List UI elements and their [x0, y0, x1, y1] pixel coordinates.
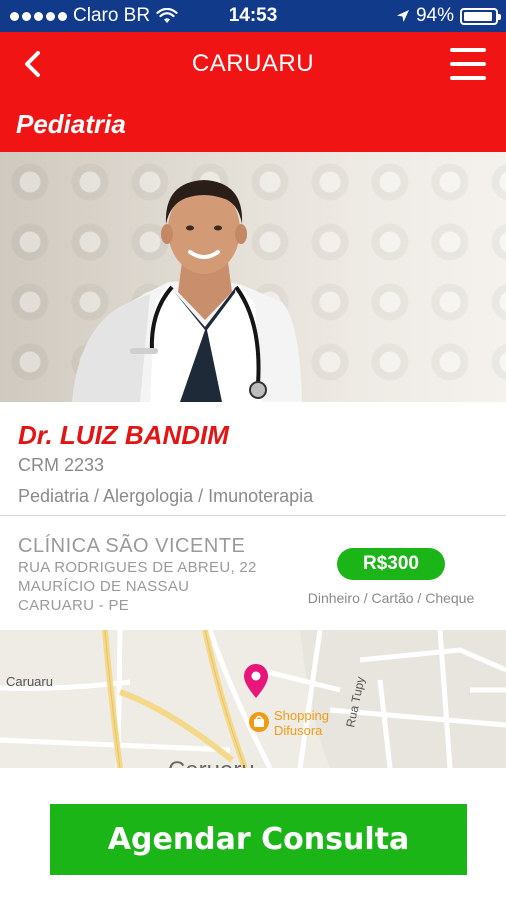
hamburger-menu-icon: [450, 48, 486, 52]
specialty-banner: Pediatria: [0, 96, 506, 152]
map-label-poi-line2: Difusora: [274, 723, 323, 738]
menu-button[interactable]: [450, 48, 486, 80]
page-title: CARUARU: [191, 50, 315, 77]
clinic-info: CLÍNICA SÃO VICENTE RUA RODRIGUES DE ABR…: [18, 535, 288, 615]
price-box: R$300 Dinheiro / Cartão / Cheque: [294, 548, 488, 606]
location-arrow-icon: [396, 10, 409, 22]
shopping-bag-icon[interactable]: [249, 712, 269, 732]
battery-percent: 94%: [415, 5, 454, 26]
payment-methods: Dinheiro / Cartão / Cheque: [307, 590, 475, 606]
clinic-address-line1: RUA RODRIGUES DE ABREU, 22: [18, 559, 257, 576]
bottom-bar: Agendar Consulta: [0, 768, 506, 900]
doctor-info: Dr. LUIZ BANDIM CRM 2233 Pediatria / Ale…: [18, 420, 488, 507]
specialty-title: Pediatria: [16, 108, 126, 139]
divider: [0, 515, 506, 516]
clinic-address-line2: MAURÍCIO DE NASSAU: [18, 578, 190, 595]
status-bar: Claro BR 14:53 94%: [0, 0, 506, 32]
signal-strength-icon: [10, 11, 67, 21]
battery-level: [464, 11, 493, 21]
price-badge: R$300: [337, 548, 445, 580]
map-label-poi-line1: Shopping: [274, 708, 329, 723]
wifi-icon: [156, 8, 178, 23]
location-map[interactable]: Caruaru Rua Tupy Shopping Difusora Carua…: [0, 630, 506, 768]
status-left: Claro BR: [10, 5, 178, 27]
map-label-city-bottom: Caruaru: [168, 757, 255, 768]
doctor-crm: CRM 2233: [18, 455, 105, 475]
doctor-photo: [0, 152, 506, 402]
chevron-left-icon: [25, 51, 40, 77]
schedule-appointment-button[interactable]: Agendar Consulta: [50, 804, 467, 875]
doctor-specialties: Pediatria / Alergologia / Imunoterapia: [18, 486, 314, 506]
map-label-city-left: Caruaru: [6, 674, 53, 689]
doctor-name: Dr. LUIZ BANDIM: [18, 420, 229, 450]
status-right: 94%: [396, 5, 501, 27]
nav-bar: CARUARU: [0, 32, 506, 96]
battery-icon: [460, 7, 501, 25]
back-button[interactable]: [14, 46, 50, 82]
clinic-name: CLÍNICA SÃO VICENTE: [18, 535, 246, 557]
clinic-address-line3: CARUARU - PE: [18, 597, 130, 614]
carrier-name: Claro BR: [73, 5, 151, 26]
